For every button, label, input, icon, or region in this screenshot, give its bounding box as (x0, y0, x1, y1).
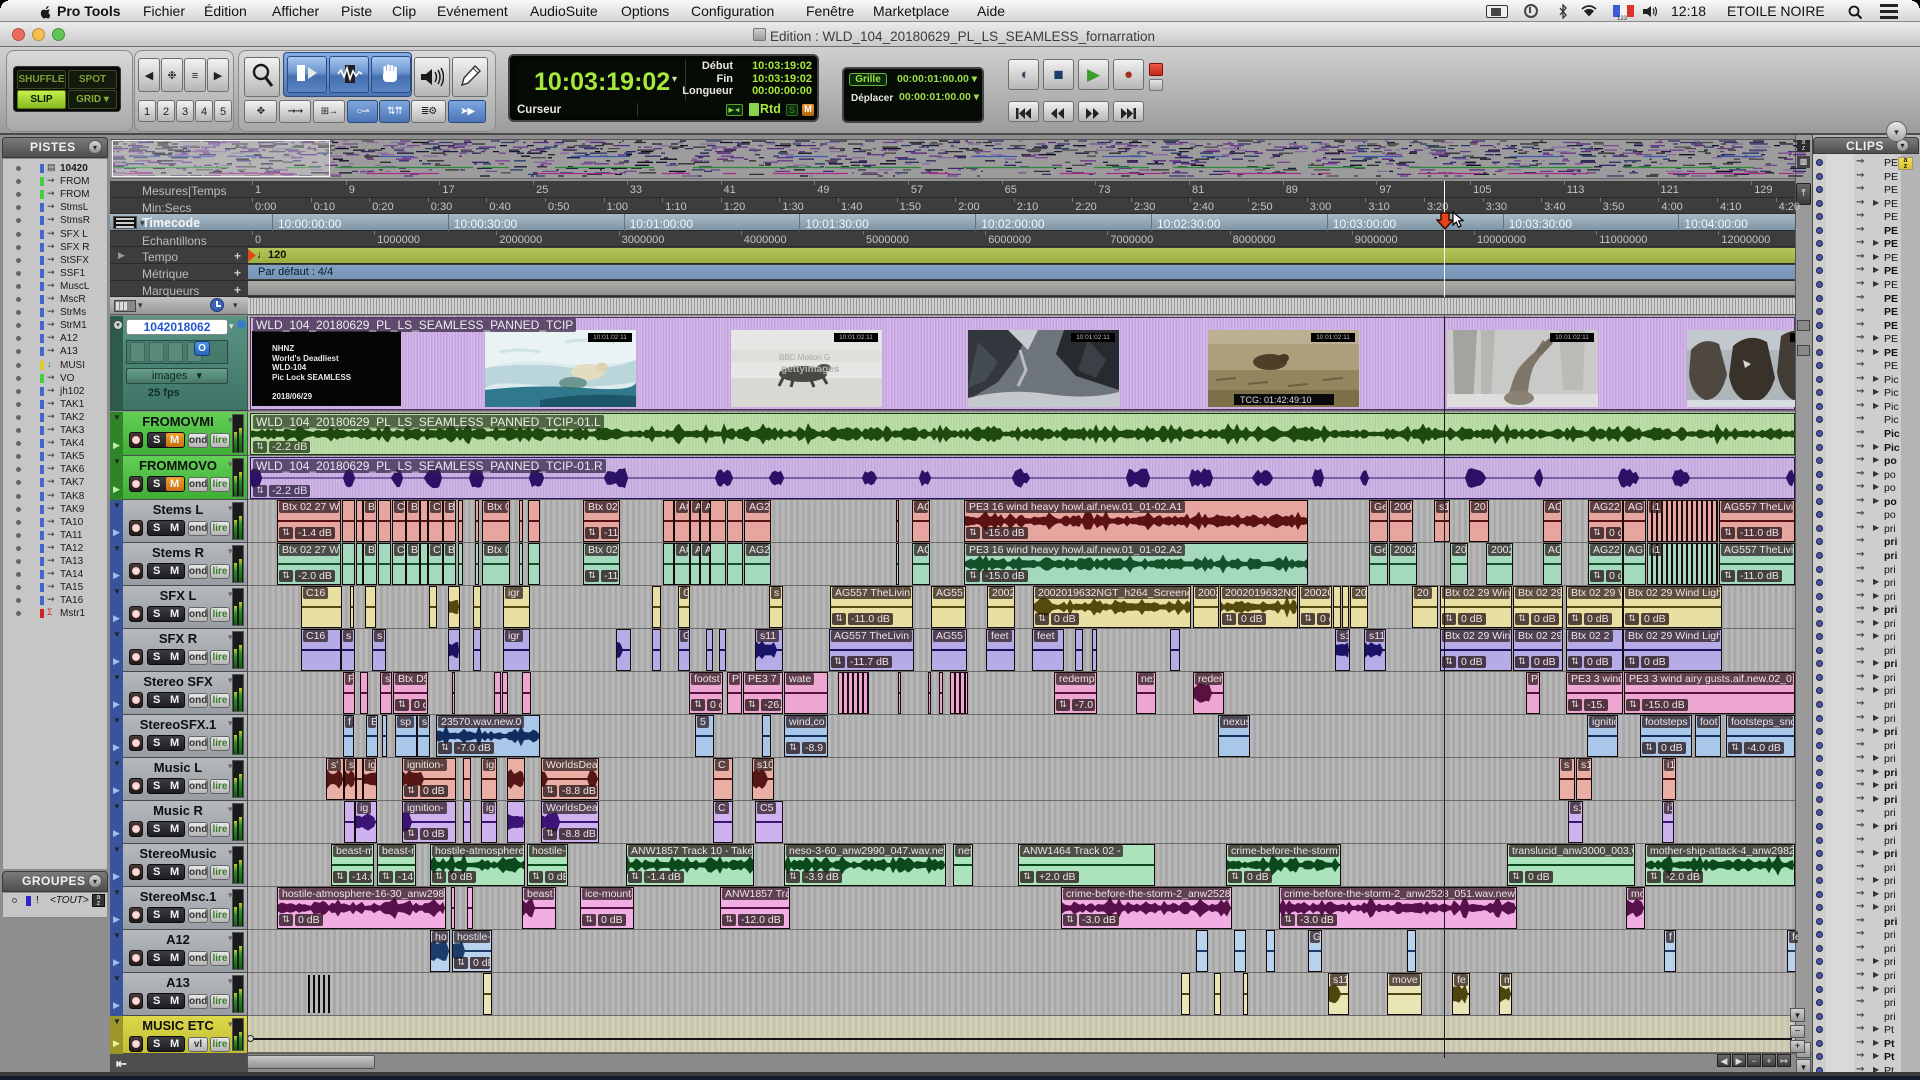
svg-text:BBC Motion G: BBC Motion G (779, 353, 830, 362)
svg-text:TCG: 01:42:49:10: TCG: 01:42:49:10 (1240, 395, 1312, 405)
svg-text:gettyimages: gettyimages (781, 364, 840, 375)
